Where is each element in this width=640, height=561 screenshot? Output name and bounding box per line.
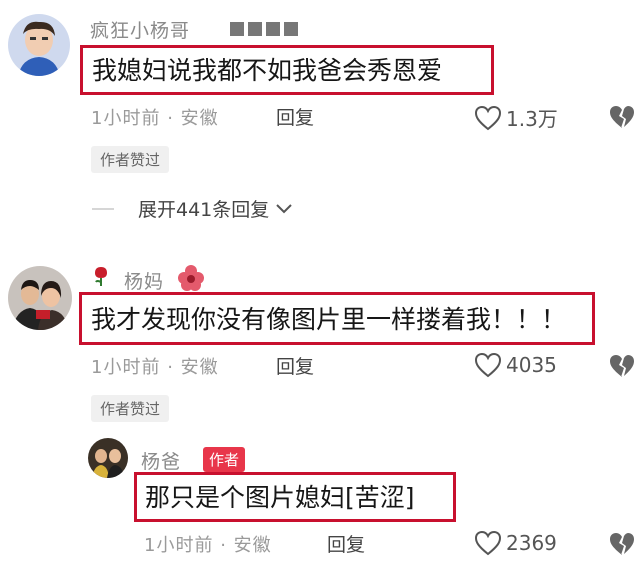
username-1[interactable]: 疯狂小杨哥 bbox=[90, 16, 190, 43]
comment-meta-reply: 1小时前 · 安徽 bbox=[144, 531, 272, 557]
username-reply[interactable]: 杨爸 bbox=[141, 447, 181, 474]
comment-location-2: 安徽 bbox=[180, 357, 219, 378]
comment-time-reply: 1小时前 bbox=[144, 535, 214, 556]
broken-heart-icon bbox=[610, 355, 634, 377]
broken-heart-icon bbox=[610, 106, 634, 128]
chevron-down-icon bbox=[276, 203, 292, 213]
expand-replies-button[interactable]: 展开441条回复 bbox=[92, 195, 293, 222]
comment-box-1: 我媳妇说我都不如我爸会秀恩爱 bbox=[80, 45, 494, 95]
like-button-2[interactable]: 4035 bbox=[474, 352, 557, 378]
comment-meta-1: 1小时前 · 安徽 bbox=[91, 104, 219, 130]
comment-text-2: 我才发现你没有像图片里一样搂着我！！！ bbox=[91, 305, 567, 334]
reply-button-1[interactable]: 回复 bbox=[276, 103, 314, 130]
heart-outline-icon bbox=[474, 352, 502, 378]
like-button-1[interactable]: 1.3万 bbox=[474, 103, 558, 132]
avatar-reply-author[interactable] bbox=[88, 438, 128, 478]
comment-time-2: 1小时前 bbox=[91, 357, 161, 378]
comment-meta-2: 1小时前 · 安徽 bbox=[91, 353, 219, 379]
reply-button-reply[interactable]: 回复 bbox=[327, 530, 365, 557]
expand-divider bbox=[92, 207, 114, 210]
reply-button-2[interactable]: 回复 bbox=[276, 352, 314, 379]
comment-box-reply: 那只是个图片媳妇[苦涩] bbox=[134, 472, 456, 522]
meta-separator: · bbox=[220, 535, 227, 556]
comment-location-1: 安徽 bbox=[180, 108, 219, 129]
comment-box-2: 我才发现你没有像图片里一样搂着我！！！ bbox=[79, 292, 595, 345]
like-button-reply[interactable]: 2369 bbox=[474, 530, 557, 556]
meta-separator: · bbox=[167, 108, 174, 129]
heart-outline-icon bbox=[474, 105, 502, 130]
expand-replies-label: 展开441条回复 bbox=[138, 199, 270, 221]
badge-icons-1 bbox=[228, 19, 300, 39]
flower-icon bbox=[176, 264, 206, 292]
comment-text-reply: 那只是个图片媳妇[苦涩] bbox=[145, 483, 415, 512]
dislike-button-reply[interactable] bbox=[608, 531, 636, 557]
heart-outline-icon bbox=[474, 530, 502, 556]
like-count-1: 1.3万 bbox=[506, 107, 558, 131]
like-count-reply: 2369 bbox=[506, 531, 557, 555]
meta-separator: · bbox=[167, 357, 174, 378]
avatar-user-1[interactable] bbox=[8, 14, 70, 76]
dislike-button-2[interactable] bbox=[608, 353, 636, 379]
author-badge: 作者 bbox=[203, 447, 246, 472]
comment-location-reply: 安徽 bbox=[233, 535, 272, 556]
rose-icon bbox=[92, 265, 110, 287]
dislike-button-1[interactable] bbox=[608, 104, 636, 130]
comment-text-1: 我媳妇说我都不如我爸会秀恩爱 bbox=[92, 56, 443, 85]
username-2[interactable]: 杨妈 bbox=[124, 267, 164, 294]
broken-heart-icon bbox=[610, 533, 634, 555]
like-count-2: 4035 bbox=[506, 353, 557, 377]
comment-time-1: 1小时前 bbox=[91, 108, 161, 129]
author-liked-tag-1: 作者赞过 bbox=[91, 146, 170, 173]
avatar-user-2[interactable] bbox=[8, 266, 72, 330]
author-liked-tag-2: 作者赞过 bbox=[91, 395, 170, 422]
